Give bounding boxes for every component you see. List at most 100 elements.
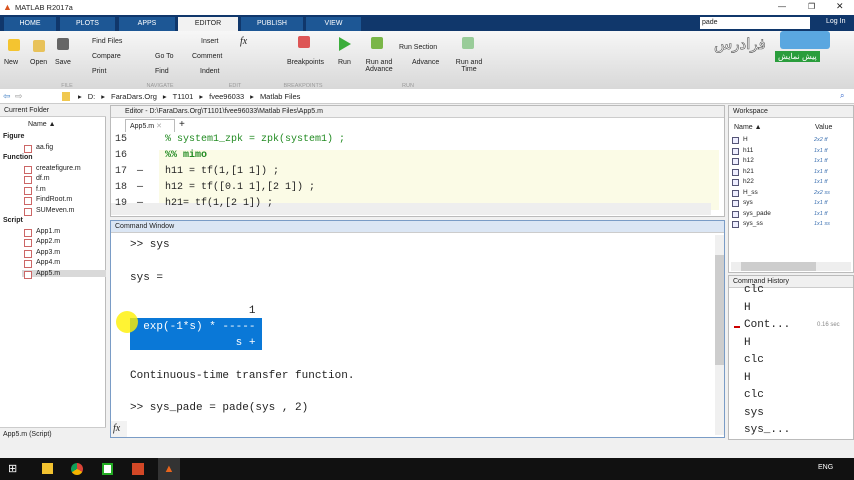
code-line[interactable]: h11 = tf(1,[1 1]) ; (165, 166, 279, 177)
tab-view[interactable]: VIEW (306, 17, 361, 31)
code-line[interactable]: h21= tf(1,[2 1]) ; (165, 198, 273, 209)
app-title: MATLAB R2017a (15, 3, 73, 12)
chrome-icon[interactable] (71, 463, 83, 475)
history-item[interactable]: H (744, 302, 751, 314)
powerpoint-icon[interactable] (132, 463, 144, 475)
new-tab-button[interactable]: + (179, 119, 185, 130)
breakpoints-button[interactable]: Breakpoints (287, 59, 324, 66)
back-icon[interactable]: ⇦ (3, 91, 11, 102)
ws-value-header[interactable]: Value (815, 124, 832, 131)
folder-group[interactable]: Figure (3, 133, 24, 140)
forward-icon[interactable]: ⇨ (15, 91, 23, 102)
file-item[interactable]: SUMeven.m (22, 207, 106, 216)
variable-name[interactable]: H (743, 136, 748, 143)
cmd-scrollbar[interactable] (715, 235, 724, 435)
path-segment[interactable]: fvee96033 (209, 92, 244, 101)
fx-prompt-icon[interactable]: fx (111, 421, 127, 437)
history-item[interactable]: clc (744, 354, 764, 366)
file-icon (24, 270, 32, 279)
editor-tab[interactable]: App5.m ✕ (125, 119, 175, 132)
path-segment[interactable]: Matlab Files (260, 92, 300, 101)
breakpoint-marker[interactable]: — (137, 182, 143, 193)
new-icon (8, 39, 20, 51)
indent-button[interactable]: Indent (200, 68, 219, 75)
file-item[interactable]: FindRoot.m (22, 196, 106, 205)
variable-name[interactable]: h22 (743, 178, 754, 185)
compare-button[interactable]: Compare (92, 53, 121, 60)
command-window[interactable]: Command Window >> sys sys = 1 exp(-1*s) … (110, 220, 725, 438)
variable-name[interactable]: h12 (743, 157, 754, 164)
variable-name[interactable]: H_ss (743, 189, 758, 196)
tab-home[interactable]: HOME (4, 17, 56, 31)
new-button[interactable]: New (4, 59, 18, 66)
run-section-button[interactable]: Run Section (399, 44, 437, 51)
file-item[interactable]: App4.m (22, 259, 106, 268)
file-item[interactable]: App5.m (22, 269, 106, 279)
folder-group[interactable]: Script (3, 217, 23, 224)
tab-editor[interactable]: EDITOR (178, 17, 238, 31)
history-item[interactable]: clc (744, 389, 764, 401)
path-segment[interactable]: T1101 (173, 92, 194, 101)
file-item[interactable]: aa.fig (22, 144, 106, 153)
save-button[interactable]: Save (55, 59, 71, 66)
history-item[interactable]: clc (744, 284, 764, 296)
tab-publish[interactable]: PUBLISH (241, 17, 303, 31)
find-button[interactable]: Find (155, 68, 169, 75)
name-column-header[interactable]: Name ▲ (28, 121, 56, 128)
code-line[interactable]: % system1_zpk = zpk(system1) ; (165, 134, 345, 145)
file-explorer-icon[interactable] (42, 463, 53, 474)
code-line[interactable]: h12 = tf([0.1 1],[2 1]) ; (165, 182, 315, 193)
maximize-button[interactable]: ❐ (808, 2, 815, 11)
search-input[interactable]: pade (700, 17, 810, 29)
go-to-button[interactable]: Go To (155, 53, 174, 60)
code-line[interactable]: %% mimo (165, 150, 207, 161)
breakpoint-marker[interactable]: — (137, 198, 143, 209)
history-item[interactable]: H (744, 372, 751, 384)
file-item[interactable]: f.m (22, 186, 106, 195)
folder-group[interactable]: Function (3, 154, 33, 161)
advance-button[interactable]: Advance (412, 59, 439, 66)
search-folder-icon[interactable]: ⌕ (840, 91, 844, 101)
insert-button[interactable]: Insert (201, 38, 219, 45)
file-item[interactable]: createfigure.m (22, 165, 106, 174)
login-link[interactable]: Log In (826, 18, 845, 25)
address-bar[interactable]: ⇦ ⇨ ▸ D: ▸ FaraDars.Org ▸ T1101 ▸ fvee96033 ▸ Mat… (0, 89, 854, 104)
matlab-taskbar-icon[interactable]: ▲ (158, 458, 180, 480)
history-item[interactable]: Cont... (744, 319, 790, 331)
find-files-button[interactable]: Find Files (92, 38, 122, 45)
tab-apps[interactable]: APPS (119, 17, 175, 31)
close-button[interactable]: ✕ (836, 1, 844, 12)
run-time-button[interactable]: Run and Time (455, 59, 483, 73)
windows-start-icon[interactable]: ⊞ (8, 462, 17, 475)
language-indicator[interactable]: ENG (818, 464, 833, 471)
cmd-line: >> sys (130, 239, 170, 251)
file-item[interactable]: App3.m (22, 249, 106, 258)
run-advance-button[interactable]: Run and Advance (364, 59, 394, 73)
variable-name[interactable]: h21 (743, 168, 754, 175)
path-segment[interactable]: FaraDars.Org (111, 92, 157, 101)
history-item[interactable]: sys (744, 407, 764, 419)
camtasia-icon[interactable] (102, 463, 113, 475)
ws-hscrollbar[interactable] (731, 262, 851, 271)
history-item[interactable]: H (744, 337, 751, 349)
comment-button[interactable]: Comment (192, 53, 222, 60)
tab-plots[interactable]: PLOTS (60, 17, 115, 31)
file-item[interactable]: App2.m (22, 238, 106, 247)
variable-name[interactable]: sys_ss (743, 220, 763, 227)
path-segment[interactable]: D: (88, 92, 96, 101)
open-button[interactable]: Open (30, 59, 47, 66)
breakpoint-marker[interactable]: — (137, 166, 143, 177)
run-button[interactable]: Run (338, 59, 351, 66)
fx-button[interactable]: fx (240, 36, 247, 47)
ws-name-header[interactable]: Name ▲ (734, 124, 762, 131)
variable-name[interactable]: sys_pade (743, 210, 771, 217)
breadcrumb: ▸ D: ▸ FaraDars.Org ▸ T1101 ▸ fvee96033 ▸ Matlab … (78, 92, 301, 101)
variable-name[interactable]: sys (743, 199, 753, 206)
history-item[interactable]: sys_... (744, 424, 790, 436)
variable-name[interactable]: h11 (743, 147, 753, 154)
editor-panel: Editor - D:\FaraDars.Org\T1101\fvee96033… (110, 105, 725, 217)
file-item[interactable]: App1.m (22, 228, 106, 237)
file-item[interactable]: df.m (22, 175, 106, 184)
print-button[interactable]: Print (92, 68, 106, 75)
minimize-button[interactable]: — (778, 2, 786, 11)
